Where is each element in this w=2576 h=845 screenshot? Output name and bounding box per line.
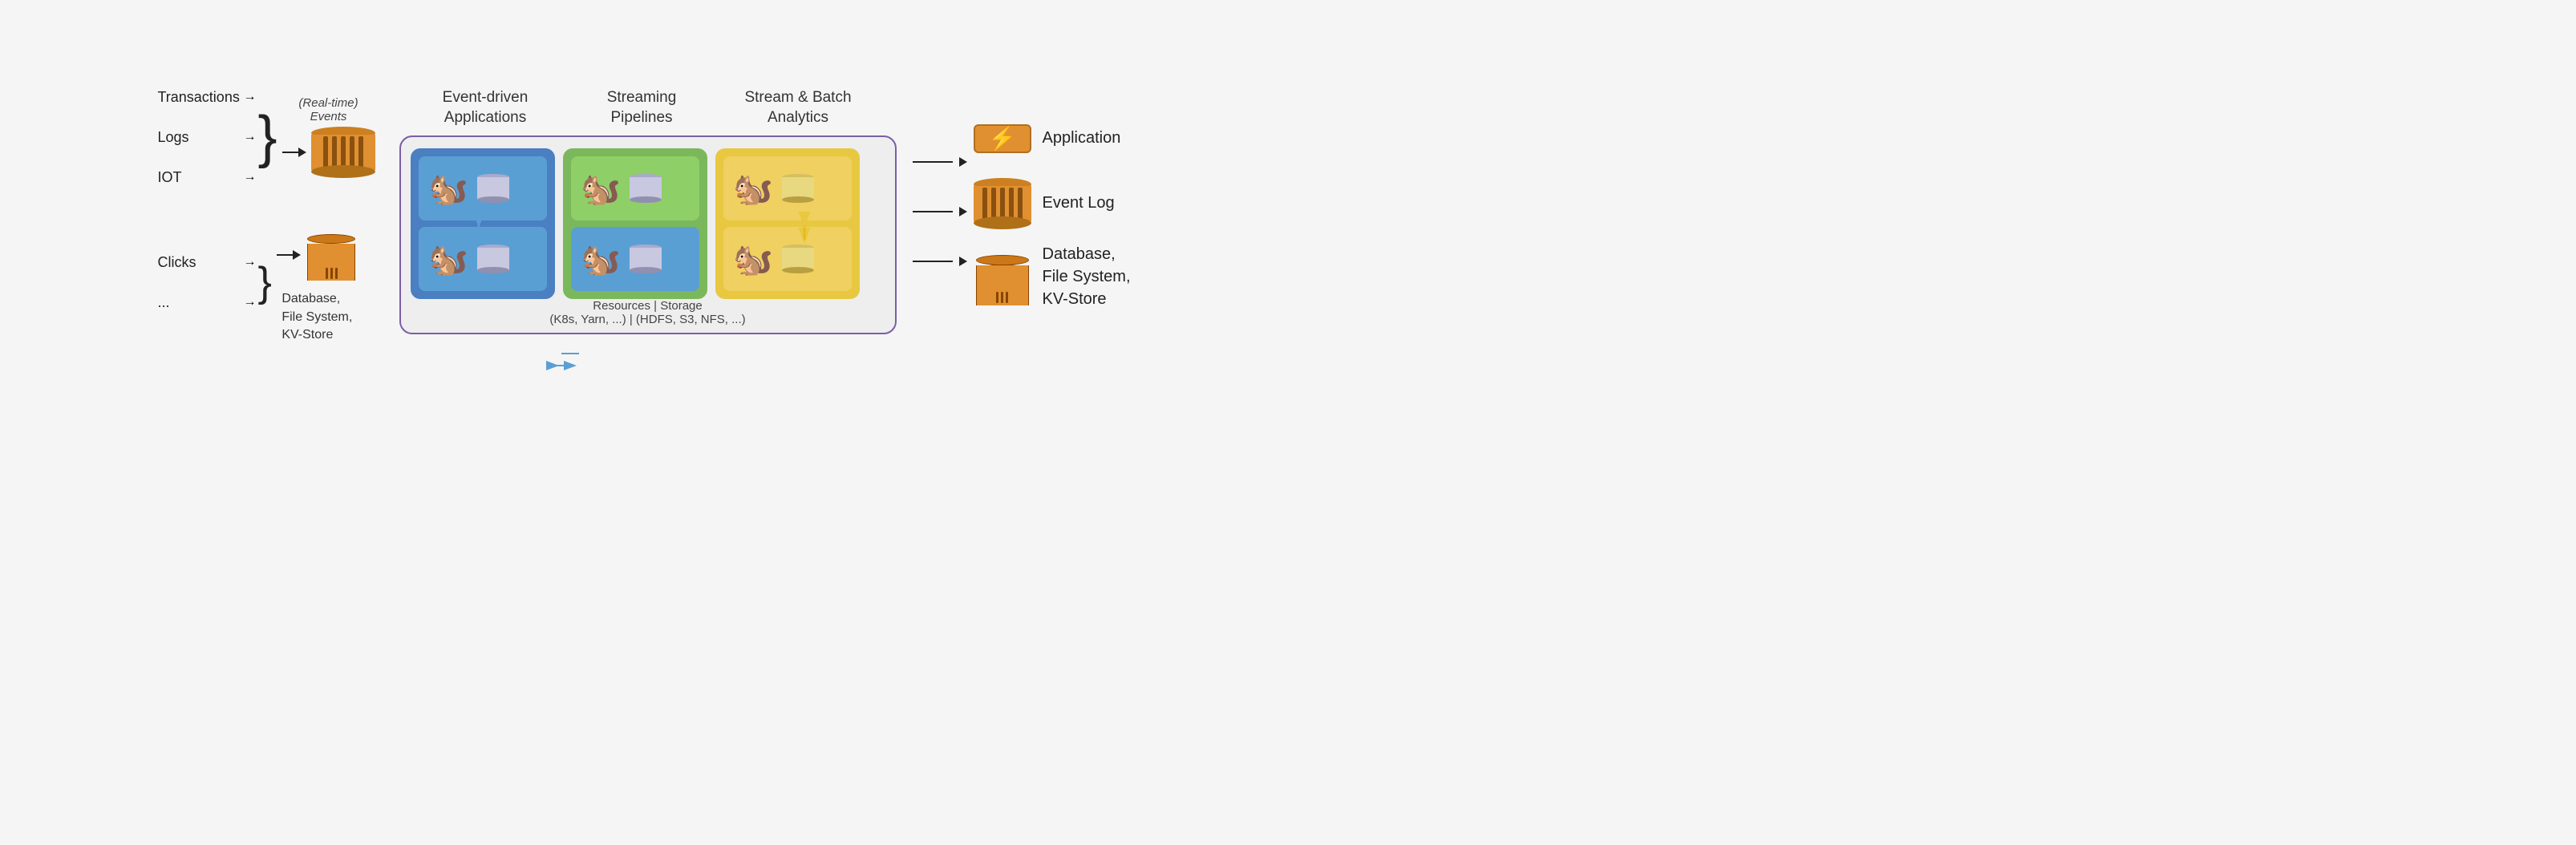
database-stack-output [974,248,1031,305]
mini-drum-yellow-bottom [782,245,814,273]
squirrel-blue-top: 🐿️ [427,167,471,211]
left-inputs: Transactions → Logs → IOT → } ( [157,59,375,364]
squirrel-yellow-top: 🐿️ [731,167,776,211]
mini-drum-green-top [630,174,662,203]
output-application: ⚡ Application [974,115,1131,163]
column-headers: Event-drivenApplications StreamingPipeli… [407,88,897,127]
squirrel-yellow-bottom: 🐿️ [731,237,776,281]
input-clicks: Clicks → [157,243,256,281]
col-analytics: 🐿️ 🐿️ [715,148,860,299]
resources-label: Resources | Storage(K8s, Yarn, ...) | (H… [401,299,895,326]
header-col3: Stream & BatchAnalytics [720,88,877,127]
mini-drum-yellow-top [782,174,814,203]
top-brace: } [257,108,277,166]
application-label: Application [1043,129,1121,148]
database-stack-input [306,228,358,281]
main-container: 🐿️ 🐿️ [399,135,897,334]
mini-drum-blue-top [477,174,509,203]
flink-cell-yellow-top: 🐿️ [723,156,852,220]
diagram: Transactions → Logs → IOT → } ( [133,43,1154,380]
input-dots: ... → [157,283,256,321]
event-log-output-drum [974,178,1031,229]
header-col1: Event-drivenApplications [407,88,564,127]
main-section: Event-drivenApplications StreamingPipeli… [399,88,897,334]
flink-cell-green-top: 🐿️ [571,156,699,220]
squirrel-blue-bottom: 🐿️ [427,237,471,281]
squirrel-green-bottom: 🐿️ [579,237,623,281]
flink-cell-yellow-bottom: 🐿️ [723,227,852,291]
application-icon: ⚡ [974,124,1031,153]
input-logs: Logs → [157,118,256,156]
flink-cell-blue-bottom: 🐿️ [419,227,547,291]
right-outputs: ⚡ Application Event Log [974,115,1131,309]
mini-drum-green-bottom [630,245,662,273]
flink-cell-green-bottom: 🐿️ [571,227,699,291]
database-label: Database,File System,KV-Store [1043,243,1131,310]
squirrel-green-top: 🐿️ [579,167,623,211]
mini-drum-blue-bottom [477,245,509,273]
bottom-brace: } [257,261,271,303]
flink-cell-blue-top: 🐿️ [419,156,547,220]
input-iot: IOT → [157,158,256,196]
output-database: Database,File System,KV-Store [974,245,1131,309]
header-col2: StreamingPipelines [564,88,720,127]
eventlog-label: Event Log [1043,194,1115,212]
input-transactions: Transactions → [157,78,256,116]
event-log-drum [311,127,375,178]
flash-symbol: ⚡ [988,125,1016,152]
col-streaming: 🐿️ 🐿️ [563,148,707,299]
col-event-driven: 🐿️ 🐿️ [411,148,555,299]
output-eventlog: Event Log [974,176,1131,232]
output-arrows [913,157,967,266]
